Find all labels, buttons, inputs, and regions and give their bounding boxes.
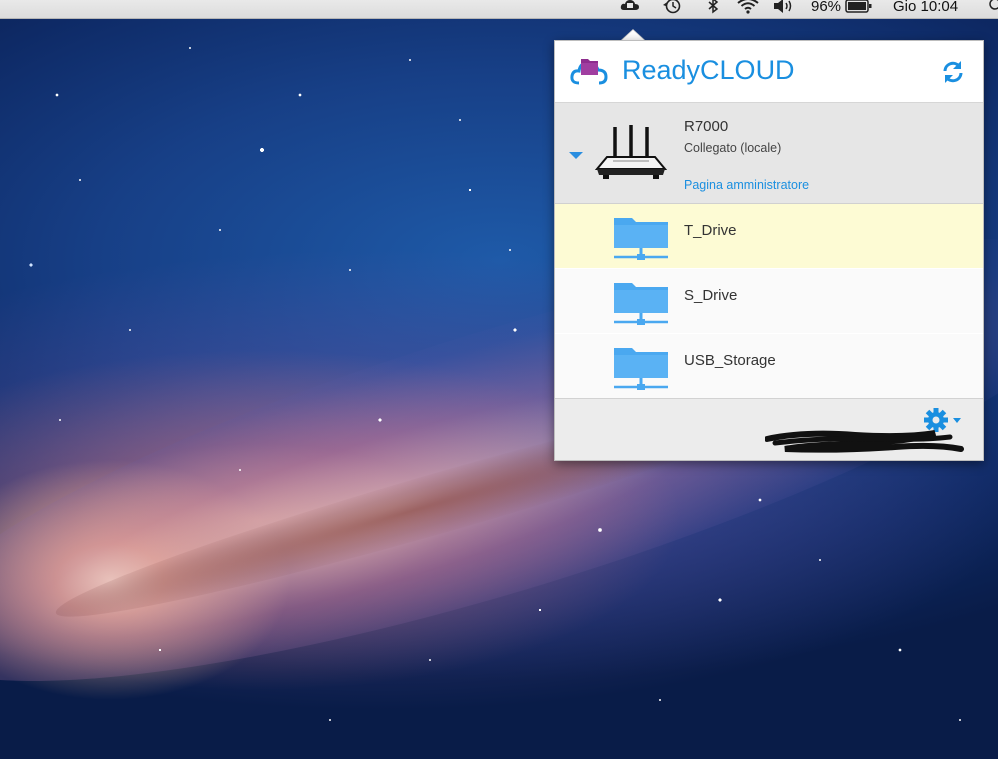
battery-icon[interactable] xyxy=(845,0,873,15)
refresh-icon[interactable] xyxy=(940,59,966,85)
network-folder-icon xyxy=(614,348,668,390)
admin-page-link[interactable]: Pagina amministratore xyxy=(684,178,809,192)
bluetooth-icon[interactable] xyxy=(706,0,720,15)
wifi-icon[interactable] xyxy=(736,0,760,15)
router-icon xyxy=(594,125,668,179)
device-row[interactable]: R7000 Collegato (locale) Pagina amminist… xyxy=(555,103,983,204)
share-label: T_Drive xyxy=(684,222,737,239)
popover-footer xyxy=(555,398,983,460)
share-row-s-drive[interactable]: S_Drive xyxy=(555,269,983,333)
share-label: S_Drive xyxy=(684,287,738,304)
expand-caret-icon[interactable] xyxy=(569,152,583,159)
redacted-account-scribble xyxy=(765,430,964,453)
menubar-clock[interactable]: Gio 10:04 xyxy=(893,0,958,15)
device-status: Collegato (locale) xyxy=(684,141,782,155)
menu-bar: 96% Gio 10:04 xyxy=(0,0,998,19)
battery-percent: 96% xyxy=(811,0,842,15)
network-folder-icon xyxy=(614,218,668,260)
volume-icon[interactable] xyxy=(772,0,794,15)
share-label: USB_Storage xyxy=(684,352,776,369)
readycloud-menu-icon[interactable] xyxy=(619,0,641,15)
time-machine-icon[interactable] xyxy=(661,0,683,15)
app-title: ReadyCLOUD xyxy=(622,55,795,85)
network-folder-icon xyxy=(614,283,668,325)
readycloud-logo-icon xyxy=(570,59,608,85)
device-name: R7000 xyxy=(684,118,729,135)
readycloud-popover: ReadyCLOUD R7000 Collegato (locale) Pagi… xyxy=(554,40,984,461)
popover-header: ReadyCLOUD xyxy=(555,41,983,103)
spotlight-icon[interactable] xyxy=(988,0,998,15)
share-row-t-drive[interactable]: T_Drive xyxy=(555,204,983,268)
share-row-usb-storage[interactable]: USB_Storage xyxy=(555,334,983,398)
